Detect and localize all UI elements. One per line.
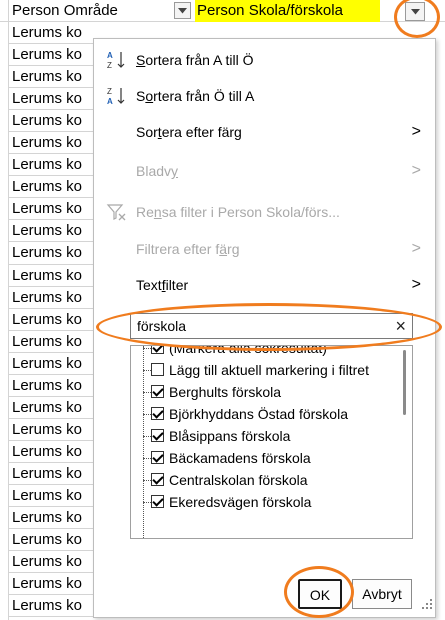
- table-row[interactable]: Lerums ko: [8, 154, 93, 177]
- table-row[interactable]: Lerums ko: [8, 484, 93, 508]
- menu-item-sort-a-to-z[interactable]: A Z Sortera från A till Ö: [94, 45, 435, 75]
- table-row[interactable]: Lerums ko: [8, 396, 93, 419]
- checkbox[interactable]: [151, 363, 164, 376]
- header-cell-person-omrade[interactable]: Person Område: [8, 0, 193, 22]
- clear-search-icon[interactable]: ×: [395, 315, 406, 337]
- menu-item-sheet-view: Bladvy >: [94, 156, 435, 186]
- filter-dropdown-button-skola[interactable]: [405, 2, 425, 21]
- table-row[interactable]: Lerums ko: [8, 529, 93, 552]
- dropdown-arrow-icon: [410, 8, 420, 14]
- filter-search-box[interactable]: ×: [130, 313, 413, 339]
- data-rows: Lerums ko Lerums ko Lerums ko Lerums ko Leru…: [8, 22, 93, 618]
- table-row[interactable]: Lerums ko: [8, 66, 93, 89]
- table-row[interactable]: Lerums ko: [8, 22, 93, 45]
- filter-dropdown-button-omrade[interactable]: [174, 2, 191, 19]
- table-row[interactable]: Lerums ko: [8, 352, 93, 375]
- list-item-label: Björkhyddans Östad förskola: [169, 406, 348, 422]
- table-row[interactable]: Lerums ko: [8, 418, 93, 441]
- table-row[interactable]: Lerums ko: [8, 286, 93, 309]
- ok-button[interactable]: OK: [298, 579, 342, 609]
- table-row[interactable]: Lerums ko: [8, 551, 93, 574]
- resize-grip-icon[interactable]: [421, 598, 433, 610]
- submenu-arrow-icon: >: [411, 276, 421, 293]
- checkbox[interactable]: [151, 385, 164, 398]
- table-row[interactable]: Lerums ko: [8, 242, 93, 265]
- table-row[interactable]: Lerums ko: [8, 330, 93, 353]
- submenu-arrow-icon: >: [411, 162, 421, 179]
- svg-text:A: A: [107, 97, 113, 106]
- table-row[interactable]: Lerums ko: [8, 507, 93, 530]
- menu-item-text-filter[interactable]: Textfilter >: [94, 270, 435, 300]
- cancel-button[interactable]: Avbryt: [352, 579, 412, 609]
- table-row[interactable]: Lerums ko: [8, 440, 93, 463]
- clear-filter-icon: [106, 204, 126, 221]
- sort-az-icon: A Z: [107, 51, 125, 70]
- table-row[interactable]: Lerums ko: [8, 198, 93, 221]
- table-row[interactable]: Lerums ko: [8, 308, 93, 331]
- menu-item-clear-filter: Rensa filter i Person Skola/förs...: [94, 197, 435, 227]
- list-item-label: Berghults förskola: [169, 384, 282, 400]
- list-item-label: Lägg till aktuell markering i filtret: [169, 362, 369, 378]
- table-row[interactable]: Lerums ko: [8, 88, 93, 111]
- tree-connector: [143, 346, 144, 538]
- submenu-arrow-icon: >: [411, 240, 421, 257]
- checkbox[interactable]: [151, 451, 164, 464]
- checkbox[interactable]: [151, 495, 164, 508]
- table-row[interactable]: Lerums ko: [8, 176, 93, 199]
- table-row[interactable]: Lerums ko: [8, 220, 93, 243]
- list-item-label: Centralskolan förskola: [169, 472, 308, 488]
- list-item-label: Blåsippans förskola: [169, 428, 291, 444]
- table-row[interactable]: Lerums ko: [8, 110, 93, 133]
- dropdown-arrow-icon: [178, 7, 187, 13]
- svg-text:A: A: [107, 51, 113, 60]
- checkbox[interactable]: [151, 346, 164, 354]
- svg-text:Z: Z: [107, 61, 112, 70]
- list-scrollbar-thumb[interactable]: [403, 350, 406, 415]
- table-row[interactable]: Lerums ko: [8, 264, 93, 287]
- filter-values-list: (Markera alla sökresultat) Lägg till aktu…: [130, 345, 413, 539]
- table-row[interactable]: Lerums ko: [8, 595, 93, 618]
- menu-item-filter-by-color: Filtrera efter färg >: [94, 234, 435, 264]
- table-row[interactable]: Lerums ko: [8, 44, 93, 67]
- table-row[interactable]: Lerums ko: [8, 374, 93, 397]
- header-row: Person Område Person Skola/förskola: [0, 0, 445, 22]
- submenu-arrow-icon: >: [411, 123, 421, 140]
- list-item-label: (Markera alla sökresultat): [169, 345, 327, 356]
- table-row[interactable]: Lerums ko: [8, 573, 93, 596]
- menu-item-sort-by-color[interactable]: Sortera efter färg >: [94, 117, 435, 147]
- sort-za-icon: Z A: [107, 87, 125, 106]
- checkbox[interactable]: [151, 407, 164, 420]
- table-row[interactable]: Lerums ko: [8, 132, 93, 155]
- checkbox[interactable]: [151, 473, 164, 486]
- table-row[interactable]: Lerums ko: [8, 462, 93, 485]
- filter-search-input[interactable]: [137, 317, 387, 335]
- header-cell-person-skola[interactable]: Person Skola/förskola: [195, 0, 380, 22]
- list-item-label: Bäckamadens förskola: [169, 450, 311, 466]
- menu-item-sort-z-to-a[interactable]: Z A Sortera från Ö till A: [94, 81, 435, 111]
- checkbox[interactable]: [151, 429, 164, 442]
- list-item-label: Ekeredsvägen förskola: [169, 494, 312, 510]
- svg-text:Z: Z: [107, 87, 112, 96]
